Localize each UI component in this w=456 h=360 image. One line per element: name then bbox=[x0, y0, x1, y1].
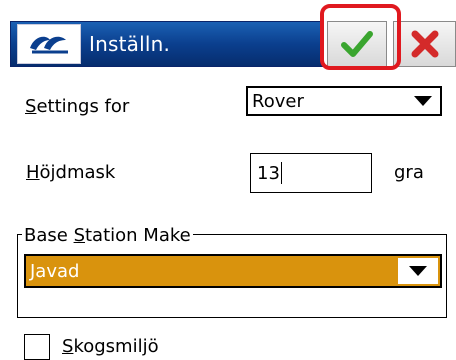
title-box: Inställn. bbox=[10, 21, 324, 67]
base-station-value: Javad bbox=[30, 260, 80, 282]
base-station-legend: Base Station Make bbox=[22, 225, 193, 246]
settings-for-value: Rover bbox=[252, 90, 304, 112]
text-cursor bbox=[280, 162, 282, 184]
close-icon bbox=[411, 30, 438, 58]
chevron-down-icon bbox=[409, 266, 427, 276]
title-bar: Inställn. bbox=[0, 0, 456, 76]
base-station-select[interactable]: Javad bbox=[24, 254, 442, 288]
settings-for-select[interactable]: Rover bbox=[246, 86, 442, 116]
cancel-button[interactable] bbox=[393, 21, 456, 67]
ok-button[interactable] bbox=[327, 21, 387, 67]
check-icon bbox=[341, 31, 373, 57]
app-logo-icon bbox=[17, 24, 81, 64]
elevation-mask-input[interactable]: 13 bbox=[250, 153, 372, 193]
window-title: Inställn. bbox=[89, 32, 171, 56]
elevation-mask-value: 13 bbox=[257, 162, 280, 184]
chevron-down-icon bbox=[414, 96, 432, 106]
elevation-mask-label: Höjdmask bbox=[26, 162, 116, 183]
forest-env-checkbox[interactable] bbox=[24, 334, 50, 360]
dropdown-button[interactable] bbox=[398, 258, 438, 284]
elevation-mask-unit: gra bbox=[394, 162, 424, 183]
forest-env-label: Skogsmiljö bbox=[62, 336, 159, 357]
settings-for-label: Settings for bbox=[25, 96, 130, 117]
